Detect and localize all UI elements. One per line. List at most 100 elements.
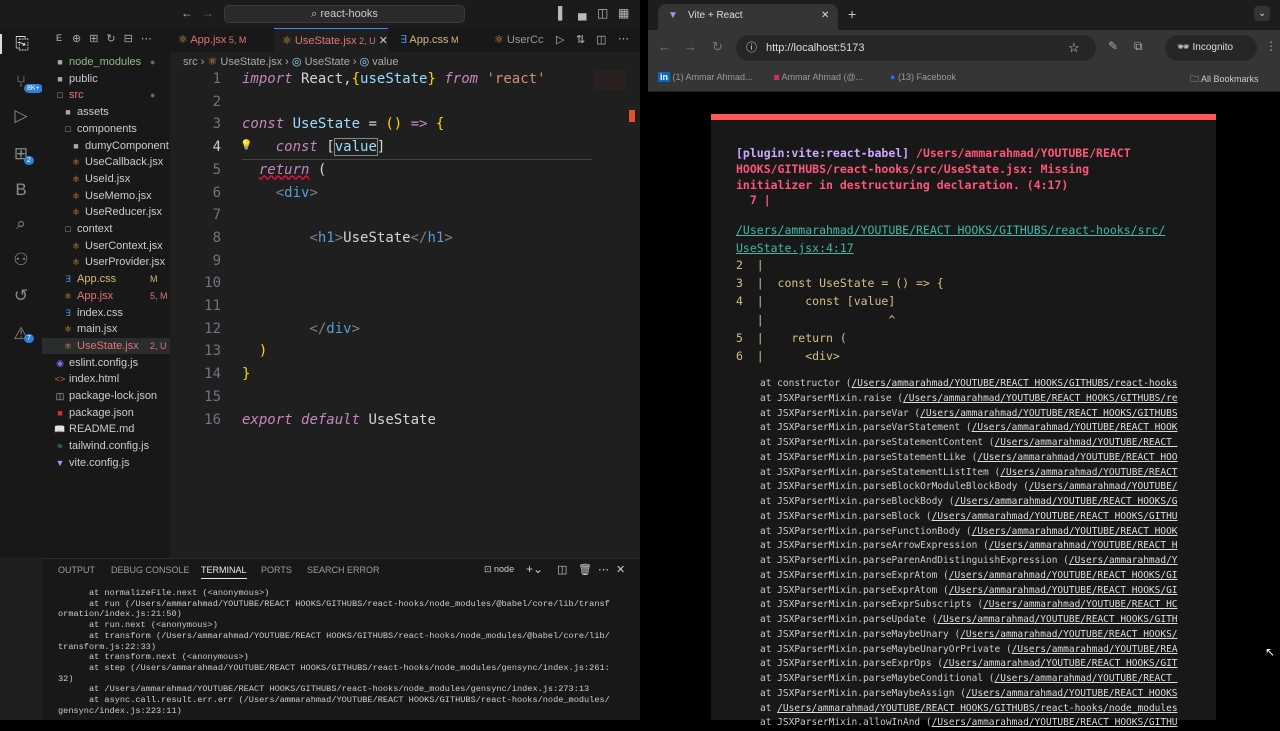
command-center-search[interactable]: ⌕ react-hooks [224,5,465,23]
bookmark-b-icon[interactable]: B [0,180,42,200]
split-terminal-icon[interactable]: ◫ [557,563,567,576]
file-tree-item[interactable]: ∃ index.css [42,305,170,321]
file-tree-item[interactable]: ■ dumyComponent [42,138,170,154]
stack-file-link[interactable]: /Users/ammarahmad/YOUTUBE/REACT HOOKS [966,688,1178,699]
more-actions-icon[interactable]: ⋯ [618,32,629,45]
breadcrumb-item[interactable]: src [183,56,198,68]
stack-file-link[interactable]: /Users/ammarahmad/YOUTUBE/REACT HOOK [972,526,1178,537]
stack-file-link[interactable]: /Users/ammarahmad/YOUTUBE/REACT HOOKS/G [954,496,1177,507]
file-tree-item[interactable]: □ components [42,121,170,137]
problems-icon[interactable]: ⚠ 7 [0,324,42,344]
file-tree-item[interactable]: ◫ package-lock.json [42,388,170,404]
close-panel-icon[interactable]: ✕ [616,563,625,576]
forward-icon[interactable]: → [684,39,697,54]
stack-file-link[interactable]: /Users/ammarahmad/YOUTUBE/REACT [995,673,1178,684]
stack-file-link[interactable]: /Users/ammarahmad/YOUTUBE/REACT HOOKS/GI… [937,614,1177,625]
file-tree-item[interactable]: ⚛ UseReducer.jsx [42,204,170,220]
new-terminal-icon[interactable]: +⌄ [526,562,543,576]
source-control-icon[interactable]: ⑂ 8K+ [0,72,43,93]
site-info-icon[interactable]: ⓘ [746,35,757,61]
run-debug-icon[interactable]: ▷ [0,106,42,126]
breadcrumb-item[interactable]: UseState.jsx [220,56,282,68]
timeline-icon[interactable]: ↺ [0,286,42,306]
file-tree-item[interactable]: ■ node_modules ● [42,54,170,70]
minimap[interactable] [595,70,625,90]
file-tree-item[interactable]: □ context [42,221,170,237]
editor-tab[interactable]: ⚛ UseState.jsx 2, U ✕ [274,28,388,52]
file-tree-item[interactable]: □ src ● [42,87,170,103]
stack-file-link[interactable]: /Users/ammarahmad/YOUTUBE/REACT HOOKS/GI… [903,393,1178,404]
customize-layout-icon[interactable]: ▦ [618,6,629,20]
extensions-icon[interactable]: ⊞ 2 [0,144,42,165]
menu-icon[interactable]: ⋮ [1265,39,1277,53]
trash-icon[interactable]: 🗑 [578,563,592,576]
stack-file-link[interactable]: /Users/ammarahmad/YOUTUBE/REACT HOOKS/GI [949,585,1178,596]
reload-icon[interactable]: ↻ [712,39,723,55]
stack-file-link[interactable]: /Users/ammarahmad/YOUTUBE/REACT [995,437,1178,448]
remote-explorer-icon[interactable]: ⚇ [0,250,42,270]
error-file-link[interactable]: /Users/ammarahmad/YOUTUBE/REACT HOOKS/GI… [736,221,1165,257]
editor-tab[interactable]: ⚛ UserCc [486,28,544,52]
stack-file-link[interactable]: /Users/ammarahmad/YOUTUBE/REACT HOOKS/GI… [932,511,1178,522]
file-tree-item[interactable]: ■ assets [42,104,170,120]
editor-tab[interactable]: ∃ App.css M [392,28,459,52]
all-bookmarks[interactable]: 🗀 All Bookmarks [1190,72,1259,88]
panel-tab[interactable]: TERMINAL [201,565,247,579]
bookmark-linkedin[interactable]: in (1) Ammar Ahmad... [658,72,753,82]
file-tree-item[interactable]: ∃ App.css M [42,271,170,287]
panel-tab[interactable]: PORTS [261,565,292,575]
stack-file-link[interactable]: /Users/ammarahmad/YOUTUBE/REACT H [989,540,1178,551]
lightbulb-icon[interactable]: 💡 [240,140,252,151]
stack-file-link[interactable]: /Users/ammarahmad/YOUTUBE/REACT HOO [977,452,1177,463]
stack-file-link[interactable]: /Users/ammarahmad/YOUTUBE/ [1029,481,1178,492]
stack-file-link[interactable]: /Users/ammarahmad/Y [1069,555,1178,566]
split-editor-icon[interactable]: ◫ [596,33,606,46]
file-tree-item[interactable]: <> index.html [42,371,170,387]
back-icon[interactable]: ← [658,39,671,54]
file-tree-item[interactable]: ■ public [42,71,170,87]
file-tree-item[interactable]: ⚛ UserProvider.jsx [42,254,170,270]
more-icon[interactable]: ⋯ [598,563,609,576]
close-tab-icon[interactable]: ✕ [376,35,388,47]
stack-file-link[interactable]: /Users/ammarahmad/YOUTUBE/REACT [1000,467,1177,478]
terminal-selector[interactable]: ⊡ node [484,564,514,575]
file-tree-item[interactable]: ⚛ UseMemo.jsx [42,188,170,204]
back-arrow-icon[interactable]: ← [181,6,193,20]
stack-file-link[interactable]: /Users/ammarahmad/YOUTUBE/REACT HOOKS/GI… [852,378,1178,389]
tab-search-icon[interactable]: ⌄ [1254,6,1271,21]
extensions-icon[interactable]: ⧉ [1134,39,1143,54]
stack-file-link[interactable]: /Users/ammarahmad/YOUTUBE/REA [1012,644,1178,655]
toggle-panel-icon[interactable]: ▄ [578,6,587,20]
stack-file-link[interactable]: /Users/ammarahmad/YOUTUBE/REACT HOOKS/ [960,629,1177,640]
incognito-badge[interactable]: 🕶 Incognito [1165,35,1257,61]
stack-file-link[interactable]: /Users/ammarahmad/YOUTUBE/REACT HOOKS/GI [949,570,1178,581]
file-tree-item[interactable]: ≈ tailwind.config.js [42,438,170,454]
run-icon[interactable]: ▷ [556,33,564,46]
stack-file-link[interactable]: /Users/ammarahmad/YOUTUBE/REACT HC [983,599,1177,610]
file-tree-item[interactable]: ◉ eslint.config.js [42,355,170,371]
stack-file-link[interactable]: /Users/ammarahmad/YOUTUBE/REACT HOOKS/GI… [777,703,1177,714]
stack-file-link[interactable]: /Users/ammarahmad/YOUTUBE/REACT HOOKS/GI… [943,658,1178,669]
panel-tab[interactable]: OUTPUT [58,565,95,575]
file-tree-item[interactable]: ■ package.json [42,405,170,421]
split-layout-icon[interactable]: ◫ [597,6,608,20]
bookmark-star-icon[interactable]: ☆ [1068,35,1080,61]
file-tree-item[interactable]: ⚛ UserContext.jsx [42,238,170,254]
stack-file-link[interactable]: /Users/ammarahmad/YOUTUBE/REACT HOOK [972,422,1178,433]
stack-file-link[interactable]: /Users/ammarahmad/YOUTUBE/REACT HOOKS/GI… [932,717,1178,728]
bookmark-instagram[interactable]: ◙ Ammar Ahmad (@... [774,72,863,82]
file-tree-item[interactable]: ⚛ UseId.jsx [42,171,170,187]
file-tree-item[interactable]: ⚛ UseCallback.jsx [42,154,170,170]
breadcrumb-item[interactable]: UseState [305,56,350,68]
bookmark-facebook[interactable]: ● (13) Facebook [890,72,956,82]
stack-file-link[interactable]: /Users/ammarahmad/YOUTUBE/REACT HOOKS/GI… [920,408,1177,419]
forward-arrow-icon[interactable]: → [202,6,214,20]
panel-tab[interactable]: DEBUG CONSOLE [111,565,190,575]
pen-extension-icon[interactable]: ✎ [1108,39,1118,53]
file-tree-item[interactable]: ⚛ UseState.jsx 2, U [42,337,170,354]
file-tree-item[interactable]: ⚛ App.jsx 5, M [42,288,170,304]
explorer-actions[interactable]: ⊕⊞↻⊟⋯ [72,32,160,45]
address-bar[interactable]: ⓘ http://localhost:5173 ☆ [736,35,1096,61]
browser-tab[interactable]: ▼ Vite + React ✕ [658,4,838,30]
compare-changes-icon[interactable]: ⇅ [576,33,585,46]
